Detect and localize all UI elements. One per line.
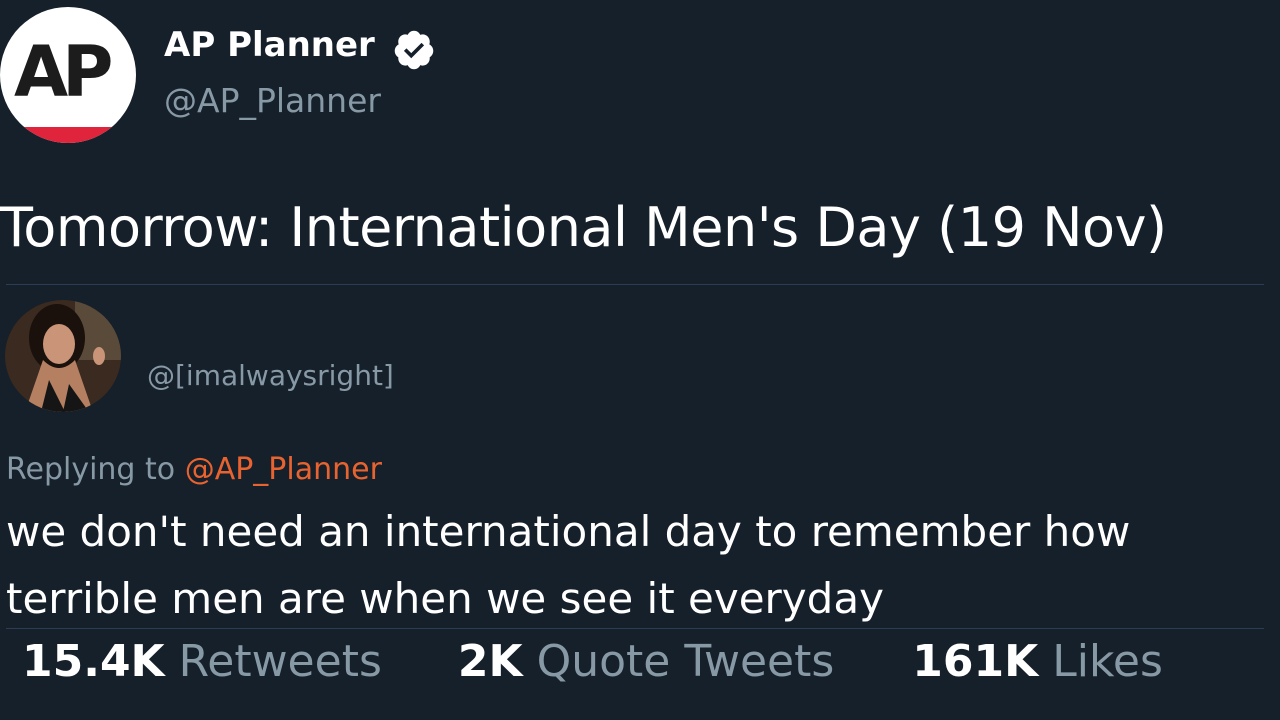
reply-avatar[interactable] xyxy=(5,300,121,412)
divider xyxy=(6,284,1264,285)
verified-badge-icon xyxy=(394,30,434,70)
retweets-count: 15.4K xyxy=(22,636,165,687)
tweet-text: Tomorrow: International Men's Day (19 No… xyxy=(0,196,1167,259)
retweets-label: Retweets xyxy=(178,636,382,687)
reply-handle[interactable]: @[imalwaysright] xyxy=(147,362,394,390)
divider xyxy=(6,628,1264,629)
likes-label: Likes xyxy=(1052,636,1163,687)
tweet-stats: 15.4K Retweets 2K Quote Tweets 161K Like… xyxy=(22,640,1163,684)
reply-avatar-photo xyxy=(5,300,121,412)
quote-tweets-label: Quote Tweets xyxy=(536,636,835,687)
ap-logo: AP xyxy=(14,31,114,113)
replying-mention-link[interactable]: @AP_Planner xyxy=(185,452,382,487)
author-display-name[interactable]: AP Planner xyxy=(164,28,375,62)
retweets-stat[interactable]: 15.4K Retweets xyxy=(22,640,382,684)
reply-text-line: terrible men are when we see it everyday xyxy=(6,574,884,624)
likes-count: 161K xyxy=(912,636,1039,687)
quote-tweets-count: 2K xyxy=(457,636,523,687)
reply-text: we don't need an international day to re… xyxy=(6,498,1280,632)
ap-avatar[interactable]: AP xyxy=(0,7,136,143)
author-handle[interactable]: @AP_Planner xyxy=(164,84,381,117)
ap-logo-stripe xyxy=(0,127,136,143)
likes-stat[interactable]: 161K Likes xyxy=(912,640,1163,684)
replying-to: Replying to @AP_Planner xyxy=(6,455,382,485)
quote-tweets-stat[interactable]: 2K Quote Tweets xyxy=(458,640,834,684)
reply-text-line: we don't need an international day to re… xyxy=(6,507,1131,556)
replying-prefix: Replying to xyxy=(6,452,176,487)
